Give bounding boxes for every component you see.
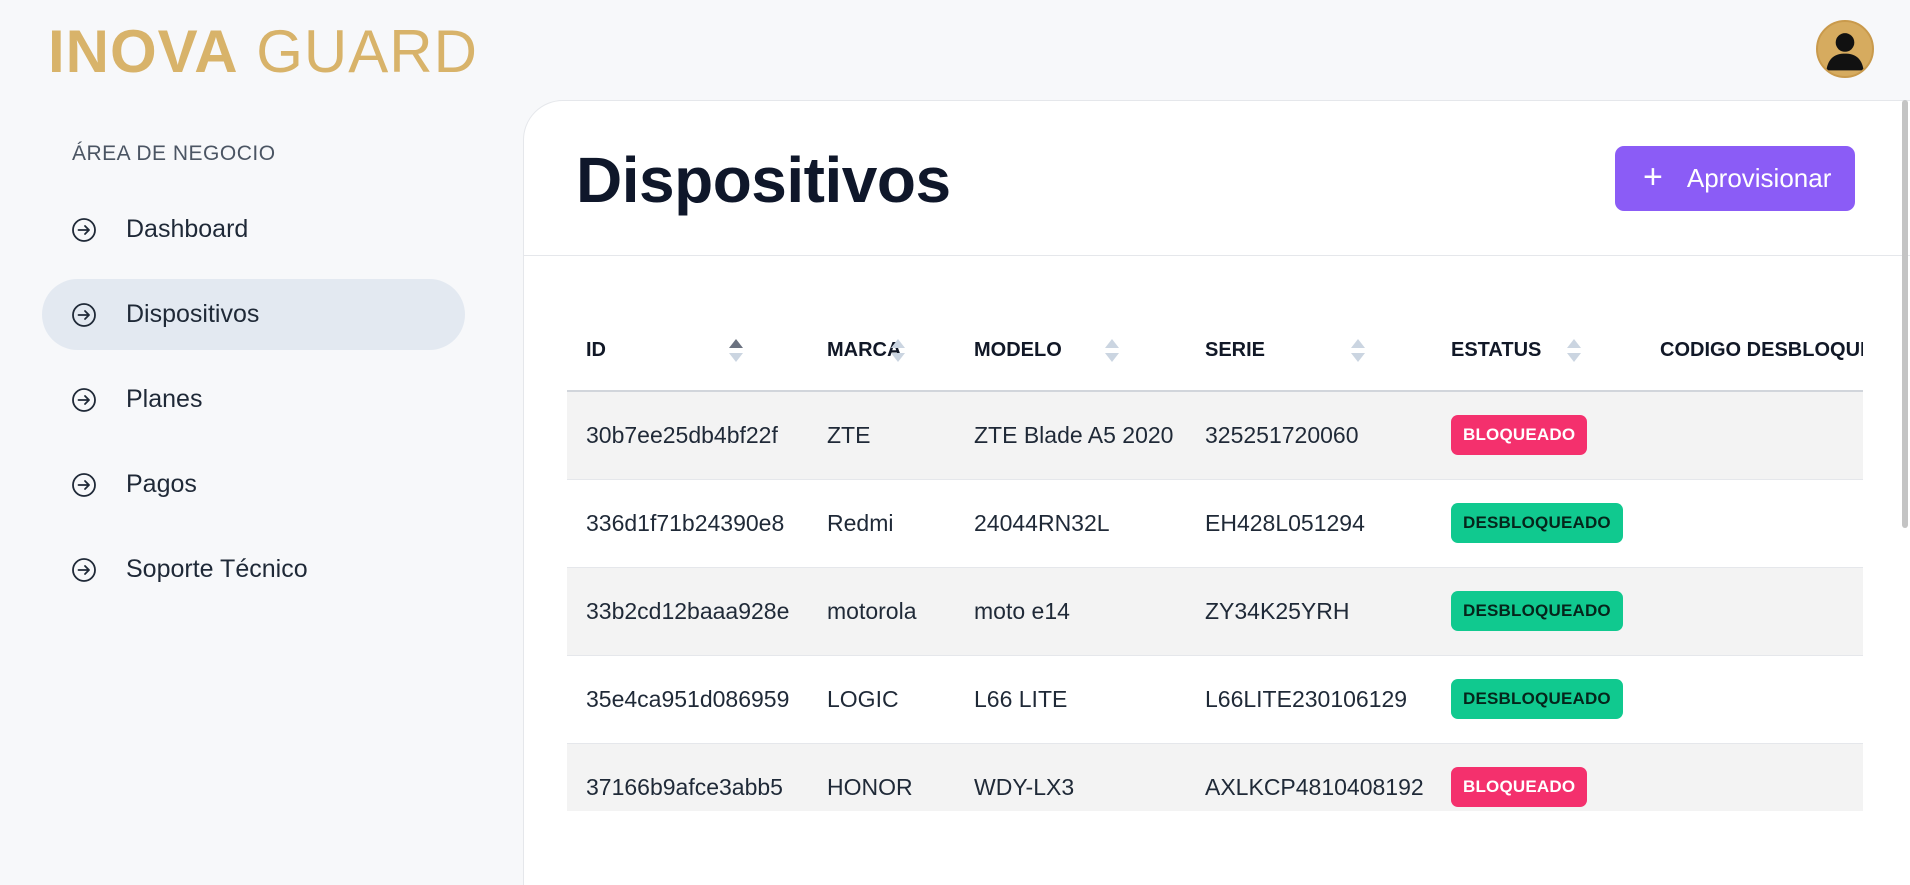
cell-marca: HONOR — [808, 743, 955, 811]
plus-icon: + — [1643, 158, 1663, 196]
aprovisionar-button[interactable]: + Aprovisionar — [1615, 146, 1855, 211]
column-header-marca[interactable]: MARCA — [808, 311, 955, 392]
page-scrollbar[interactable] — [1902, 100, 1908, 528]
table-header-row: ID MARCA MODELO SERIE ESTATUS CODIGO DESBLOQU… — [567, 311, 1863, 392]
cell-modelo: moto e14 — [955, 567, 1186, 656]
sort-arrows-icon[interactable] — [1105, 339, 1119, 369]
cell-serie: L66LITE230106129 — [1186, 655, 1432, 744]
cell-serie: AXLKCP4810408192 — [1186, 743, 1432, 811]
sidebar-item-planes[interactable]: Planes — [42, 364, 465, 435]
sidebar-item-dashboard[interactable]: Dashboard — [42, 194, 465, 265]
column-header-estatus[interactable]: ESTATUS — [1432, 311, 1641, 392]
cell-id: 30b7ee25db4bf22f — [567, 391, 808, 480]
cell-estatus: BLOQUEADO — [1432, 391, 1641, 480]
sidebar-item-label: Soporte Técnico — [126, 555, 308, 583]
table-body: 30b7ee25db4bf22f ZTE ZTE Blade A5 2020 3252… — [567, 391, 1863, 811]
cell-serie: 325251720060 — [1186, 391, 1432, 480]
column-header-label: ESTATUS — [1451, 339, 1542, 361]
status-badge: BLOQUEADO — [1451, 767, 1588, 807]
cell-id: 336d1f71b24390e8 — [567, 479, 808, 568]
status-badge: DESBLOQUEADO — [1451, 503, 1623, 543]
arrow-circle-right-icon — [70, 386, 98, 414]
devices-table: ID MARCA MODELO SERIE ESTATUS CODIGO DESBLOQU… — [567, 311, 1863, 811]
sort-arrows-icon[interactable] — [1567, 339, 1581, 369]
cell-marca: ZTE — [808, 391, 955, 480]
sidebar-section-title: ÁREA DE NEGOCIO — [72, 142, 276, 165]
sidebar-item-label: Pagos — [126, 470, 197, 498]
column-header-label: CODIGO DESBLOQUEO — [1660, 339, 1863, 361]
cell-marca: Redmi — [808, 479, 955, 568]
sidebar-item-label: Planes — [126, 385, 203, 413]
column-header-id[interactable]: ID — [567, 311, 808, 392]
cell-estatus: BLOQUEADO — [1432, 743, 1641, 811]
cell-id: 33b2cd12baaa928e — [567, 567, 808, 656]
column-header-serie[interactable]: SERIE — [1186, 311, 1432, 392]
devices-table-container: ID MARCA MODELO SERIE ESTATUS CODIGO DESBLOQU… — [567, 311, 1863, 811]
cell-estatus: DESBLOQUEADO — [1432, 567, 1641, 656]
cell-marca: LOGIC — [808, 655, 955, 744]
column-header-label: ID — [586, 339, 606, 361]
brand-word-inova: INOVA — [48, 18, 239, 85]
cell-modelo: L66 LITE — [955, 655, 1186, 744]
cell-estatus: DESBLOQUEADO — [1432, 479, 1641, 568]
arrow-circle-right-icon — [70, 301, 98, 329]
cell-id: 37166b9afce3abb5 — [567, 743, 808, 811]
cell-codigo — [1641, 743, 1863, 811]
cell-codigo — [1641, 655, 1863, 744]
cell-serie: EH428L051294 — [1186, 479, 1432, 568]
status-badge: DESBLOQUEADO — [1451, 679, 1623, 719]
page-title: Dispositivos — [576, 144, 951, 216]
column-header-label: SERIE — [1205, 339, 1266, 361]
table-row[interactable]: 37166b9afce3abb5 HONOR WDY-LX3 AXLKCP481040… — [567, 743, 1863, 811]
brand-logo[interactable]: INOVA GUARD — [48, 18, 478, 86]
column-header-codigo-desbloqueo[interactable]: CODIGO DESBLOQUEO — [1641, 311, 1863, 392]
cell-estatus: DESBLOQUEADO — [1432, 655, 1641, 744]
brand-word-guard: GUARD — [256, 18, 478, 85]
sidebar-item-soporte-tecnico[interactable]: Soporte Técnico — [42, 534, 465, 605]
table-row[interactable]: 30b7ee25db4bf22f ZTE ZTE Blade A5 2020 3252… — [567, 391, 1863, 480]
main-panel: Dispositivos + Aprovisionar ID MARCA MODEL… — [523, 100, 1910, 885]
cell-serie: ZY34K25YRH — [1186, 567, 1432, 656]
page-header: Dispositivos + Aprovisionar — [524, 101, 1910, 256]
cell-codigo — [1641, 479, 1863, 568]
cell-modelo: WDY-LX3 — [955, 743, 1186, 811]
arrow-circle-right-icon — [70, 216, 98, 244]
cell-id: 35e4ca951d086959 — [567, 655, 808, 744]
sort-arrows-icon[interactable] — [891, 339, 905, 369]
cell-modelo: 24044RN32L — [955, 479, 1186, 568]
cell-codigo — [1641, 391, 1863, 480]
sort-arrows-icon[interactable] — [729, 339, 743, 369]
table-row[interactable]: 336d1f71b24390e8 Redmi 24044RN32L EH428L051… — [567, 479, 1863, 568]
table-row[interactable]: 35e4ca951d086959 LOGIC L66 LITE L66LITE2301… — [567, 655, 1863, 744]
sidebar-item-dispositivos[interactable]: Dispositivos — [42, 279, 465, 350]
cell-marca: motorola — [808, 567, 955, 656]
user-avatar-icon[interactable] — [1816, 20, 1874, 78]
aprovisionar-button-label: Aprovisionar — [1686, 163, 1832, 193]
table-row[interactable]: 33b2cd12baaa928e motorola moto e14 ZY34K25Y… — [567, 567, 1863, 656]
column-header-modelo[interactable]: MODELO — [955, 311, 1186, 392]
sidebar-item-label: Dashboard — [126, 215, 249, 243]
sort-arrows-icon[interactable] — [1351, 339, 1365, 369]
cell-modelo: ZTE Blade A5 2020 — [955, 391, 1186, 480]
sidebar-nav: Dashboard Dispositivos Planes Pagos Soporte … — [42, 194, 465, 619]
status-badge: DESBLOQUEADO — [1451, 591, 1623, 631]
column-header-label: MODELO — [974, 339, 1062, 361]
arrow-circle-right-icon — [70, 556, 98, 584]
sidebar-item-label: Dispositivos — [126, 300, 260, 328]
status-badge: BLOQUEADO — [1451, 415, 1588, 456]
sidebar-item-pagos[interactable]: Pagos — [42, 449, 465, 520]
cell-codigo — [1641, 567, 1863, 656]
arrow-circle-right-icon — [70, 471, 98, 499]
